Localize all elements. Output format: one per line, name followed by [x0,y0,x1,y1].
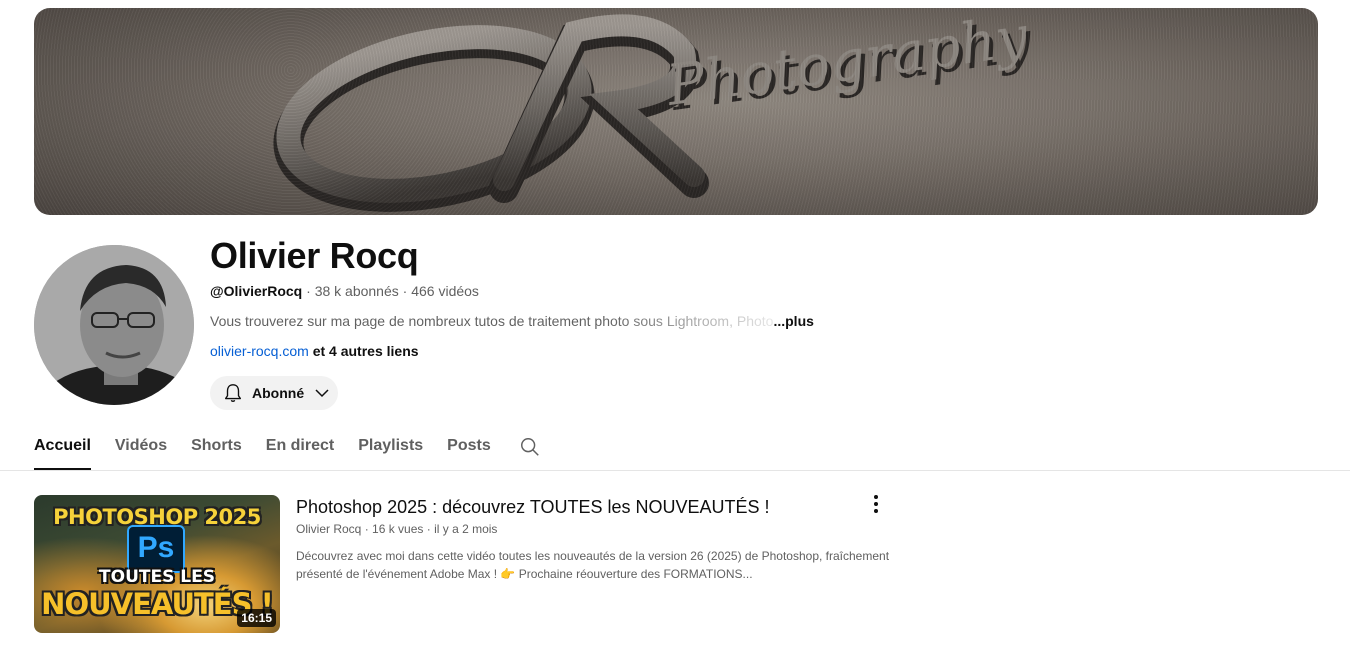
channel-description[interactable]: Vous trouverez sur ma page de nombreux t… [210,313,814,329]
tab-videos[interactable]: Vidéos [115,430,167,470]
channel-tabs: Accueil Vidéos Shorts En direct Playlist… [34,430,541,470]
video-age: il y a 2 mois [434,522,498,536]
video-description-line1: Découvrez avec moi dans cette vidéo tout… [296,549,890,563]
video-description: Découvrez avec moi dans cette vidéo tout… [296,547,896,583]
video-title[interactable]: Photoshop 2025 : découvrez TOUTES les NO… [296,497,770,518]
thumbnail-line2: TOUTES LES [99,567,215,587]
video-duration: 16:15 [237,609,276,627]
tab-accueil[interactable]: Accueil [34,430,91,470]
more-links-button[interactable]: et 4 autres liens [313,343,419,359]
tab-playlists[interactable]: Playlists [358,430,423,470]
svg-text:Photography: Photography [662,8,1033,119]
search-icon[interactable] [519,436,541,458]
separator: · [302,283,315,299]
bell-icon [224,384,242,402]
video-channel[interactable]: Olivier Rocq [296,522,361,536]
tab-shorts[interactable]: Shorts [191,430,242,470]
channel-meta: @OlivierRocq · 38 k abonnés · 466 vidéos [210,283,479,299]
subscribed-button[interactable]: Abonné [210,376,338,410]
photoshop-logo-icon: Ps [127,525,185,573]
separator: · [398,283,412,299]
website-link[interactable]: olivier-rocq.com [210,343,309,359]
video-meta: Olivier Rocq · 16 k vues · il y a 2 mois [296,522,498,536]
banner-logo: Photography Photography [273,8,1037,212]
channel-name: Olivier Rocq [210,235,419,276]
tab-posts[interactable]: Posts [447,430,491,470]
subscriber-count: 38 k abonnés [314,283,399,299]
subscribed-label: Abonné [252,385,305,401]
more-button[interactable]: ...plus [773,313,813,329]
video-views: 16 k vues [372,522,424,536]
description-text: Vous trouverez sur ma page de nombreux t… [210,313,774,329]
channel-links: olivier-rocq.com et 4 autres liens [210,343,419,359]
video-description-line2: présenté de l'événement Adobe Max ! 👉 Pr… [296,567,753,581]
tabs-divider [0,470,1350,471]
chevron-down-icon [315,389,329,398]
more-options-icon[interactable] [866,494,886,514]
channel-avatar[interactable] [34,245,194,405]
channel-banner: Photography Photography [34,8,1318,215]
tab-en-direct[interactable]: En direct [266,430,334,470]
video-thumbnail[interactable]: PHOTOSHOP 2025 Ps TOUTES LES NOUVEAUTÉS … [34,495,280,633]
channel-handle: @OlivierRocq [210,283,303,299]
video-count: 466 vidéos [411,283,479,299]
